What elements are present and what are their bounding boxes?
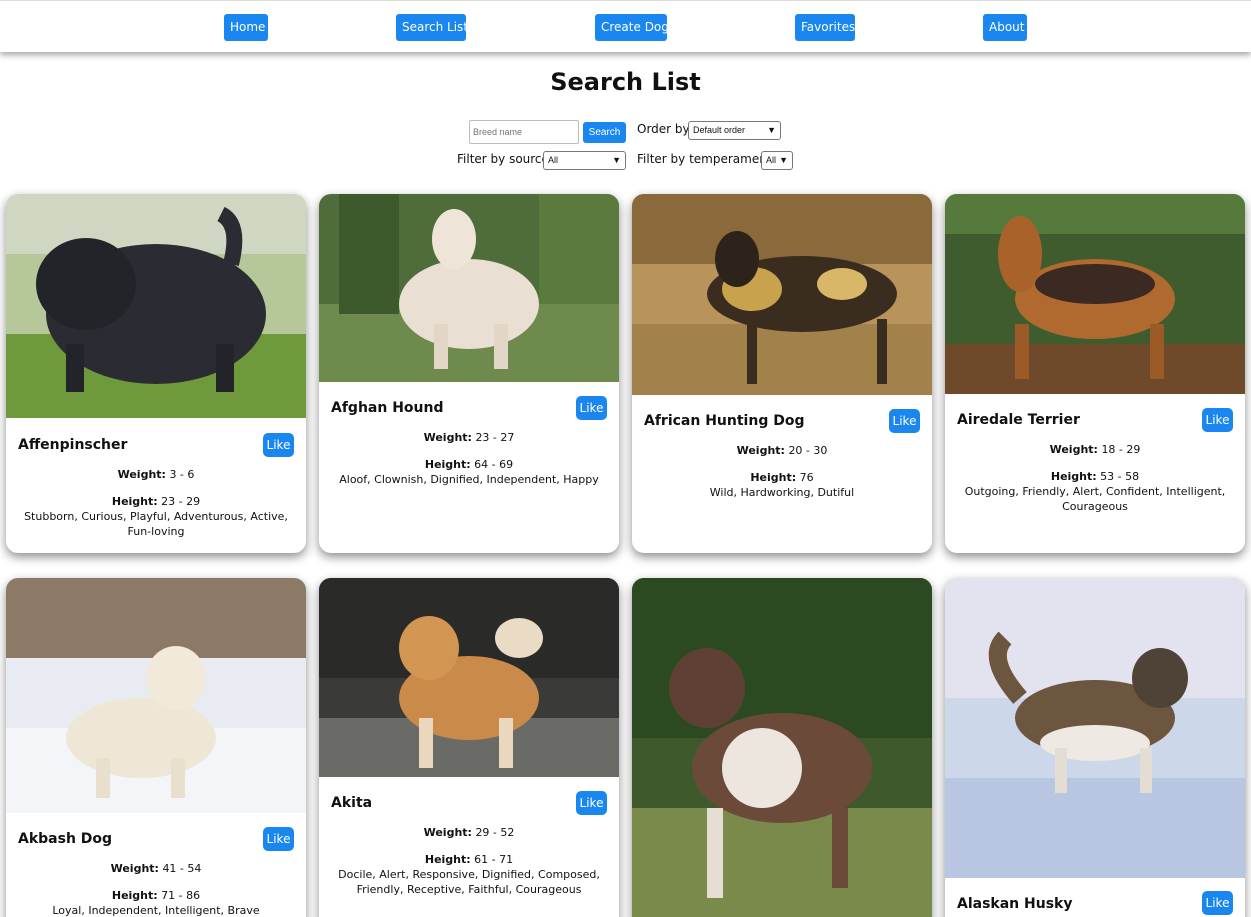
temperament-text: Wild, Hardworking, Dutiful: [709, 486, 855, 499]
like-button[interactable]: Like: [1202, 408, 1233, 432]
like-button[interactable]: Like: [263, 827, 294, 851]
height-label: Height:: [111, 889, 158, 902]
dog-card[interactable]: [632, 578, 932, 917]
weight-label: Weight:: [117, 468, 166, 481]
temperament-text: Outgoing, Friendly, Alert, Confident, In…: [964, 485, 1226, 513]
weight-label: Weight:: [423, 826, 472, 839]
weight-label: Weight:: [110, 862, 159, 875]
weight-value: 20 - 30: [788, 444, 828, 457]
weight-label: Weight:: [423, 431, 472, 444]
dog-info: Weight: 18 - 29 Height: 53 - 58 Outgoing…: [953, 442, 1237, 514]
weight-value: 18 - 29: [1101, 443, 1141, 456]
nav-create-dog-button[interactable]: Create Dog: [595, 14, 669, 41]
temperament-text: Stubborn, Curious, Playful, Adventurous,…: [24, 510, 288, 538]
order-by-label: Order by:: [637, 122, 693, 136]
page-title: Search List: [550, 68, 701, 96]
source-filter-selected-value: All: [548, 155, 559, 165]
nav-search-list-button[interactable]: Search List: [396, 14, 468, 41]
dog-card[interactable]: Akita Like Weight: 29 - 52 Height: 61 - …: [319, 578, 619, 917]
nav-home-button[interactable]: Home: [224, 14, 268, 41]
like-button[interactable]: Like: [576, 396, 607, 420]
dog-photo: [632, 578, 932, 917]
dog-name: Alaskan Husky: [957, 896, 1073, 912]
dog-photo: [319, 194, 619, 382]
dog-card[interactable]: Alaskan Husky Like: [945, 578, 1245, 917]
height-label: Height:: [750, 471, 797, 484]
order-by-selected-value: Default order: [693, 125, 746, 135]
dog-photo: [319, 578, 619, 777]
dog-info: Weight: 29 - 52 Height: 61 - 71 Docile, …: [327, 825, 611, 897]
source-filter-label: Filter by source:: [457, 152, 553, 166]
nav-about-button[interactable]: About: [983, 14, 1027, 41]
dog-name: Akbash Dog: [18, 831, 113, 847]
weight-label: Weight:: [736, 444, 785, 457]
dog-card[interactable]: Akbash Dog Like Weight: 41 - 54 Height: …: [6, 578, 306, 917]
dog-name: Afghan Hound: [331, 400, 444, 416]
chevron-down-icon: ▼: [612, 155, 621, 165]
order-by-select[interactable]: Default order ▼: [688, 121, 781, 140]
source-filter-select[interactable]: All ▼: [543, 151, 626, 170]
temperament-filter-selected-value: All: [766, 155, 777, 165]
dog-card[interactable]: Affenpinscher Like Weight: 3 - 6 Height:…: [6, 194, 306, 553]
height-value: 23 - 29: [161, 495, 201, 508]
dog-info: Weight: 20 - 30 Height: 76 Wild, Hardwor…: [640, 443, 924, 500]
height-value: 71 - 86: [161, 889, 201, 902]
dog-info: Weight: 3 - 6 Height: 23 - 29 Stubborn, …: [14, 467, 298, 539]
weight-value: 41 - 54: [162, 862, 202, 875]
breed-search-input[interactable]: [469, 120, 579, 144]
dog-photo: [945, 194, 1245, 394]
height-label: Height:: [111, 495, 158, 508]
dog-photo: [6, 194, 306, 418]
dog-photo: [632, 194, 932, 395]
weight-value: 3 - 6: [169, 468, 195, 481]
temperament-text: Loyal, Independent, Intelligent, Brave: [52, 904, 260, 917]
temperament-text: Docile, Alert, Responsive, Dignified, Co…: [338, 868, 600, 896]
height-value: 53 - 58: [1100, 470, 1140, 483]
like-button[interactable]: Like: [1202, 891, 1233, 915]
like-button[interactable]: Like: [889, 409, 920, 433]
dog-name: African Hunting Dog: [644, 413, 805, 429]
dog-card[interactable]: Airedale Terrier Like Weight: 18 - 29 He…: [945, 194, 1245, 553]
dog-info: Weight: 41 - 54 Height: 71 - 86 Loyal, I…: [14, 861, 298, 917]
nav-favorites-button[interactable]: Favorites: [795, 14, 855, 41]
weight-value: 23 - 27: [475, 431, 515, 444]
height-label: Height:: [1050, 470, 1097, 483]
dog-name: Akita: [331, 795, 373, 811]
height-label: Height:: [424, 853, 471, 866]
dog-name: Affenpinscher: [18, 437, 128, 453]
dog-photo: [945, 578, 1245, 878]
height-label: Height:: [424, 458, 471, 471]
search-button[interactable]: Search: [583, 122, 626, 143]
height-value: 61 - 71: [474, 853, 514, 866]
dog-info: Weight: 23 - 27 Height: 64 - 69 Aloof, C…: [327, 430, 611, 487]
dog-card[interactable]: Afghan Hound Like Weight: 23 - 27 Height…: [319, 194, 619, 553]
chevron-down-icon: ▼: [767, 125, 776, 135]
height-value: 64 - 69: [474, 458, 514, 471]
weight-value: 29 - 52: [475, 826, 515, 839]
top-navbar: Home Search List Create Dog Favorites Ab…: [0, 0, 1251, 52]
dog-photo: [6, 578, 306, 813]
temperament-text: Aloof, Clownish, Dignified, Independent,…: [339, 473, 599, 486]
dog-name: Airedale Terrier: [957, 412, 1080, 428]
dog-card[interactable]: African Hunting Dog Like Weight: 20 - 30…: [632, 194, 932, 553]
like-button[interactable]: Like: [263, 433, 294, 457]
chevron-down-icon: ▼: [779, 155, 788, 165]
height-value: 76: [799, 471, 814, 484]
temperament-filter-select[interactable]: All ▼: [761, 151, 793, 170]
weight-label: Weight:: [1049, 443, 1098, 456]
like-button[interactable]: Like: [576, 791, 607, 815]
temperament-filter-label: Filter by temperament:: [637, 152, 776, 166]
